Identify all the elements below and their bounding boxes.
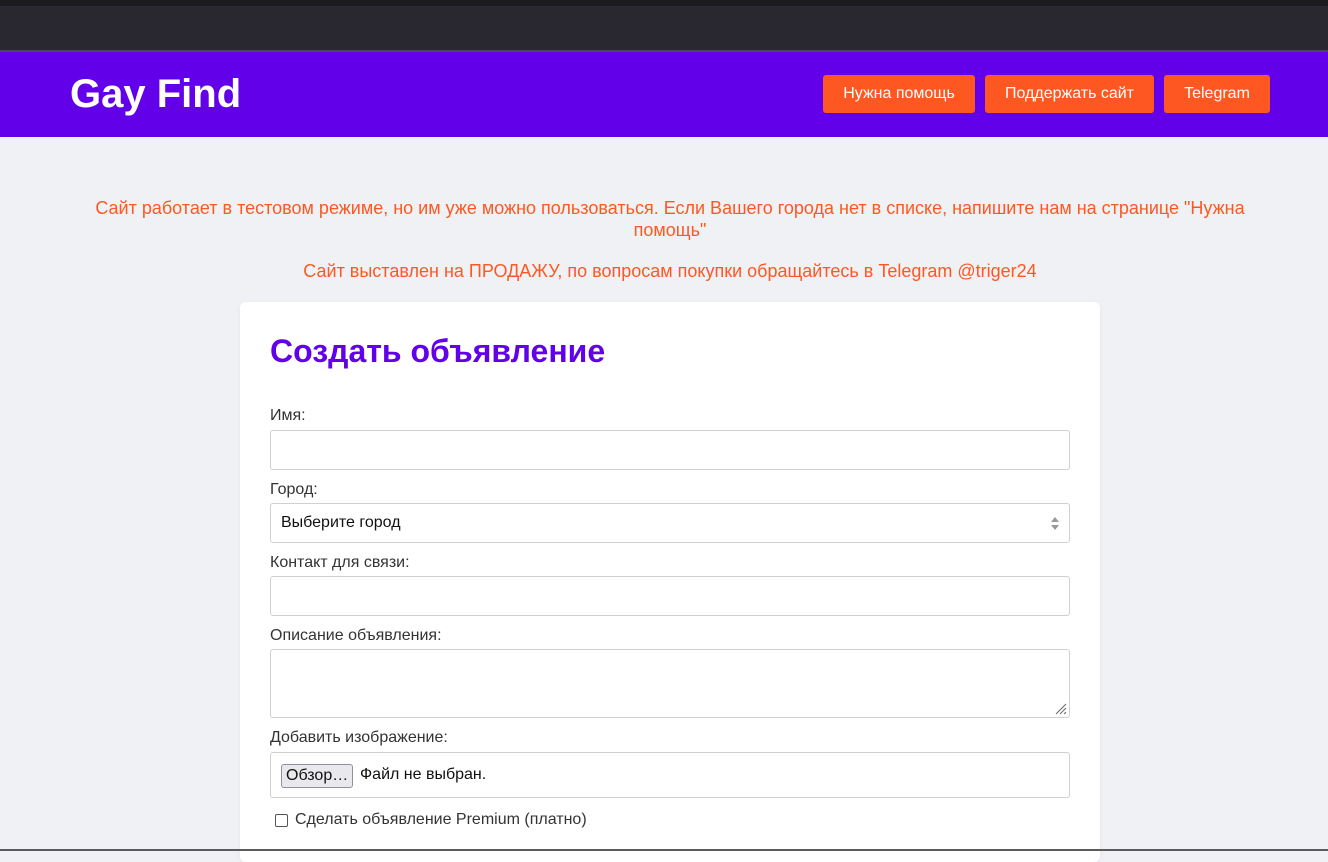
for-sale-notice: Сайт выставлен на ПРОДАЖУ, по вопросам п… bbox=[303, 261, 1037, 281]
browser-chrome-bar bbox=[0, 0, 1328, 52]
description-label: Описание объявления: bbox=[270, 627, 442, 644]
select-arrows-icon bbox=[1051, 517, 1059, 531]
image-file-input: Обзор… Файл не выбран. bbox=[270, 752, 1070, 798]
city-select[interactable]: Выберите город bbox=[270, 503, 1070, 543]
contact-input[interactable] bbox=[270, 576, 1070, 616]
name-input[interactable] bbox=[270, 430, 1070, 470]
test-mode-notice: Сайт работает в тестовом режиме, но им у… bbox=[95, 198, 1245, 240]
file-status-text: Файл не выбран. bbox=[360, 766, 487, 783]
help-button[interactable]: Нужна помощь bbox=[823, 75, 975, 113]
browse-file-button[interactable]: Обзор… bbox=[281, 764, 354, 788]
city-label: Город: bbox=[270, 481, 318, 498]
telegram-button[interactable]: Telegram bbox=[1164, 75, 1270, 113]
contact-label: Контакт для связи: bbox=[270, 554, 410, 571]
create-ad-form-card: Создать объявление Имя: Город: Выберите … bbox=[240, 302, 1100, 862]
site-logo[interactable]: Gay Find bbox=[70, 72, 241, 116]
premium-checkbox-label[interactable]: Сделать объявление Premium (платно) bbox=[295, 810, 587, 830]
site-header: Gay Find Нужна помощь Поддержать сайт Te… bbox=[0, 52, 1328, 137]
city-select-value: Выберите город bbox=[281, 514, 401, 531]
premium-checkbox[interactable] bbox=[275, 814, 288, 827]
support-site-button[interactable]: Поддержать сайт bbox=[985, 75, 1154, 113]
name-label: Имя: bbox=[270, 407, 306, 424]
form-title: Создать объявление bbox=[270, 333, 606, 369]
image-label: Добавить изображение: bbox=[270, 729, 448, 746]
resize-grip-icon[interactable] bbox=[1053, 701, 1067, 715]
description-textarea[interactable] bbox=[270, 649, 1070, 718]
